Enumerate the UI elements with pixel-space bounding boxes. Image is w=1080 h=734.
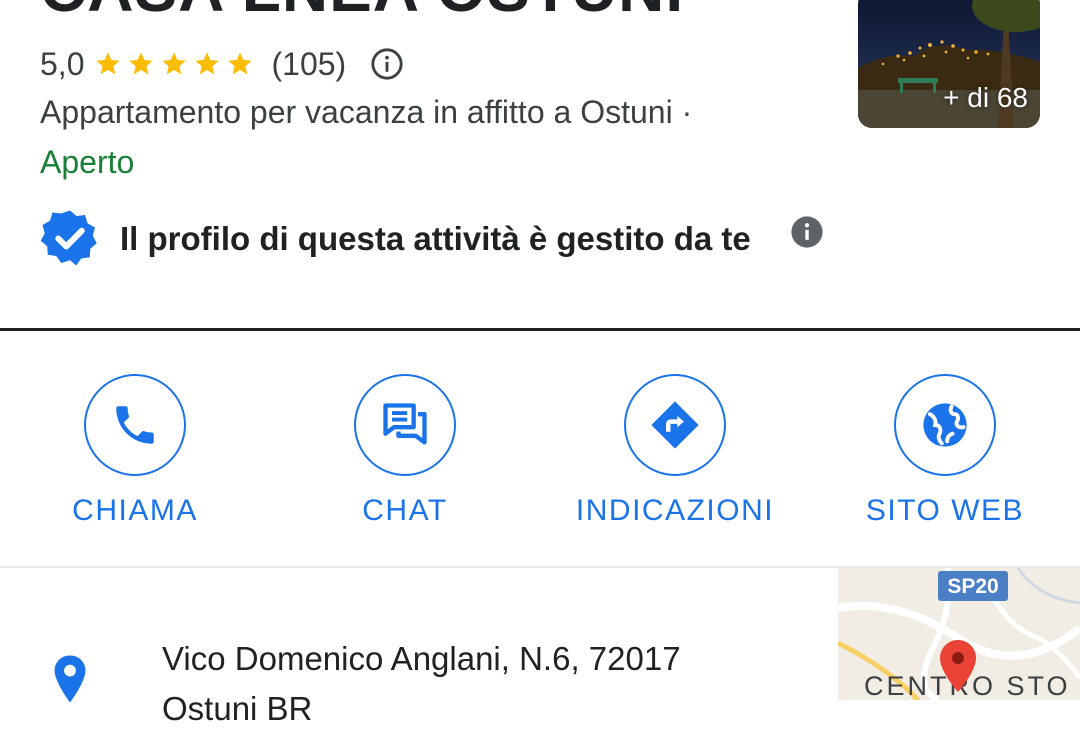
chat-label: CHAT [362,494,448,527]
place-name: CASA LNEA OSTUNI [40,0,684,26]
star-icon [228,52,253,75]
section-divider [0,328,1080,331]
call-label: CHIAMA [72,494,198,527]
open-status[interactable]: Aperto [40,144,134,181]
website-button[interactable]: SITO WEB [845,374,1045,528]
directions-icon [651,401,699,449]
managed-profile-text: Il profilo di questa attività è gestito … [120,220,751,257]
photo-count-label: + di 68 [943,82,1028,113]
star-icon [162,52,187,75]
website-button-circle[interactable] [894,374,996,476]
star-icon [96,52,121,75]
review-count-link[interactable]: (105) [271,46,346,83]
directions-button-circle[interactable] [624,374,726,476]
directions-label: INDICAZIONI [575,494,775,527]
chat-icon [383,403,427,445]
address-line-2: Ostuni BR [162,690,313,727]
info-outline-icon[interactable] [370,47,404,81]
rating-value: 5,0 [40,45,85,82]
website-label: SITO WEB [865,494,1025,527]
photo-thumbnail[interactable]: + di 68 [858,0,1040,128]
rating-row: 5,0 (105) [40,44,404,84]
globe-icon [923,403,967,447]
star-icon [195,52,220,75]
chat-button[interactable]: CHAT [305,374,505,528]
call-button-circle[interactable] [84,374,186,476]
directions-button[interactable]: INDICAZIONI [575,374,775,528]
chat-button-circle[interactable] [354,374,456,476]
address-line-1: Vico Domenico Anglani, N.6, 72017 [162,640,681,677]
verified-badge-icon [40,210,97,266]
map-graphic: SP20 CENTRO STO [838,568,1080,700]
phone-icon [116,406,154,444]
star-rating [94,50,259,78]
location-pin-icon [54,655,86,703]
info-filled-icon[interactable] [790,215,824,249]
address-text[interactable]: Vico Domenico Anglani, N.6, 72017 Ostuni… [162,634,681,734]
map-thumbnail[interactable]: SP20 CENTRO STO [838,568,1080,700]
call-button[interactable]: CHIAMA [35,374,235,528]
place-category: Appartamento per vacanza in affitto a Os… [40,94,693,130]
star-icon [129,52,154,75]
road-label: SP20 [947,575,998,598]
